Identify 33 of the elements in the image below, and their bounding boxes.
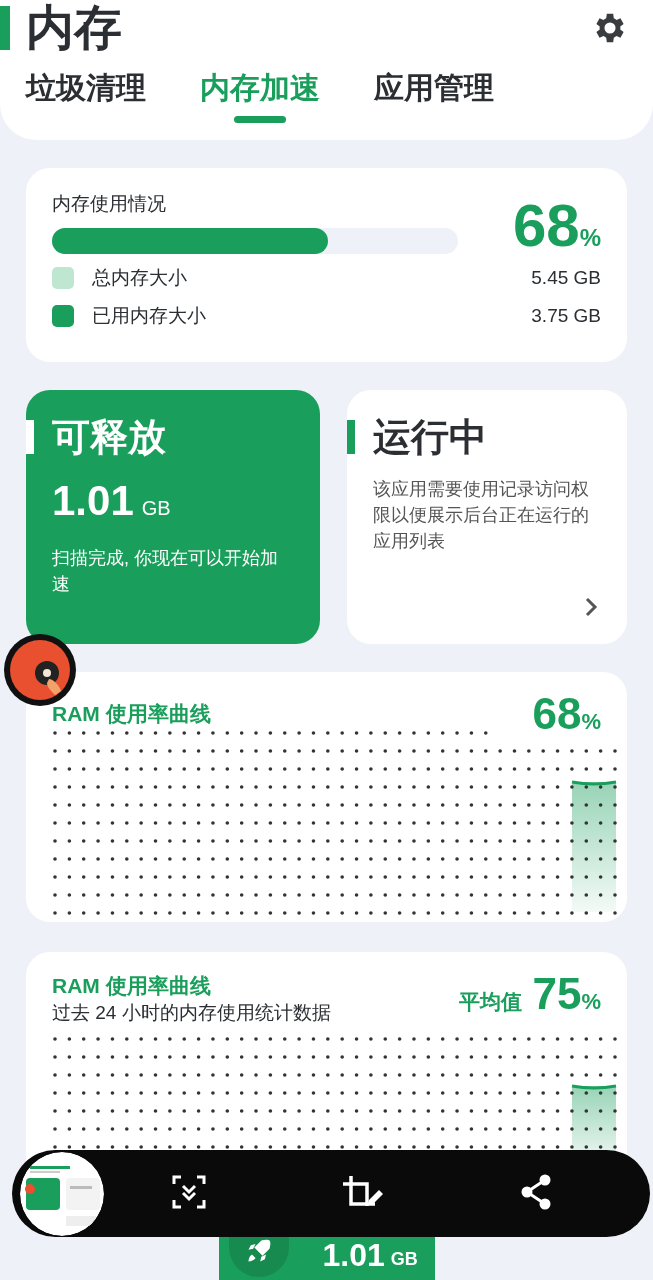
scroll-capture-icon[interactable] <box>171 1173 207 1210</box>
average-percent: 75 <box>532 972 582 1016</box>
percent-unit: % <box>581 708 601 736</box>
card-title: 可释放 <box>52 415 166 460</box>
releasable-amount: 1.01 <box>52 480 134 522</box>
percent-unit: % <box>579 224 601 253</box>
chart-title: RAM 使用率曲线 <box>52 973 212 999</box>
legend-label: 已用内存大小 <box>92 304 206 328</box>
releasable-message: 扫描完成, 你现在可以开始加速 <box>52 547 279 596</box>
chevron-right-icon[interactable] <box>583 596 599 618</box>
legend-value: 5.45 GB <box>531 266 601 290</box>
accent-bar <box>347 420 355 454</box>
average-label: 平均值 <box>459 989 523 1015</box>
card-title: 运行中 <box>373 415 487 460</box>
tab[interactable]: 垃圾清理 <box>26 68 146 123</box>
boost-amount: 1.01 <box>322 1237 385 1273</box>
legend-value: 3.75 GB <box>531 304 601 328</box>
tab[interactable]: 应用管理 <box>374 68 494 123</box>
usage-label: 内存使用情况 <box>52 192 167 216</box>
percent-unit: % <box>581 989 601 1016</box>
share-icon[interactable] <box>519 1173 553 1210</box>
usage-percent: 68 <box>532 692 582 736</box>
chart-subtitle: 过去 24 小时的内存使用统计数据 <box>52 1001 331 1025</box>
chart-title: RAM 使用率曲线 <box>52 701 211 727</box>
usage-percent: 68 <box>512 196 580 256</box>
accent-bar <box>26 420 34 454</box>
accent-bar <box>0 6 10 50</box>
running-card[interactable]: 运行中 该应用需要使用记录访问权限以便展示后台正在运行的应用列表 <box>347 390 627 644</box>
amount-unit: GB <box>141 496 171 521</box>
running-message: 该应用需要使用记录访问权限以便展示后台正在运行的应用列表 <box>373 478 590 553</box>
page-title: 内存 <box>26 4 122 52</box>
legend-label: 总内存大小 <box>92 266 187 290</box>
boost-unit: GB <box>390 1249 418 1269</box>
